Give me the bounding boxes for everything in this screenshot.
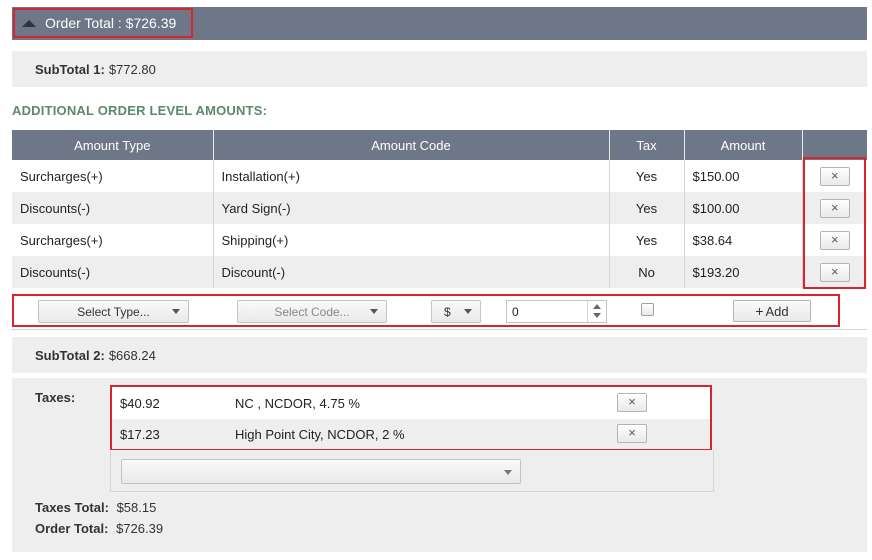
col-header-amount-type: Amount Type: [12, 130, 214, 160]
cell-amount: $38.64: [684, 224, 803, 256]
cell-amount: $100.00: [684, 192, 803, 224]
taxes-total-label: Taxes Total:: [35, 500, 109, 515]
subtotal-1-label: SubTotal 1:: [35, 61, 105, 77]
subtotal-1-value: $772.80: [108, 61, 156, 77]
cell-actions: ×: [802, 160, 867, 192]
table-row: Surcharges(+) Shipping(+) Yes $38.64 ×: [12, 224, 867, 256]
plus-icon: +: [755, 303, 764, 319]
col-header-tax: Tax: [609, 130, 685, 160]
chevron-down-icon: [172, 309, 180, 314]
cell-amount-type: Discounts(-): [12, 256, 214, 288]
totals-panel: Taxes Total: $58.15 Order Total: $726.39: [12, 492, 867, 552]
chevron-down-icon: [464, 309, 472, 314]
taxes-label: Taxes:: [35, 390, 76, 405]
cell-actions: ×: [802, 224, 867, 256]
cell-actions: ×: [802, 256, 867, 288]
tax-row: $17.23 High Point City, NCDOR, 2 % ×: [112, 419, 710, 449]
order-total-line: Order Total: $726.39: [35, 521, 163, 536]
remove-tax-button[interactable]: ×: [617, 424, 647, 443]
amount-type-select[interactable]: Select Type...: [38, 300, 189, 323]
col-header-amount-code: Amount Code: [213, 130, 610, 160]
unit-select[interactable]: $: [431, 300, 481, 323]
remove-tax-button[interactable]: ×: [617, 393, 647, 412]
taxes-panel: Taxes: $40.92 NC , NCDOR, 4.75 % × $17.2…: [12, 378, 867, 492]
cell-amount-code: Yard Sign(-): [213, 192, 610, 224]
section-title: ADDITIONAL ORDER LEVEL AMOUNTS:: [12, 103, 268, 118]
order-total-label: Order Total:: [35, 521, 109, 536]
amount-number-value: 0: [512, 304, 519, 319]
remove-amount-button[interactable]: ×: [819, 198, 850, 218]
add-amount-button[interactable]: + Add: [733, 300, 811, 322]
taxes-total-value: $58.15: [116, 500, 157, 515]
subtotal-2-value: $668.24: [108, 347, 156, 363]
spin-up-icon[interactable]: [593, 304, 601, 309]
remove-amount-button[interactable]: ×: [819, 262, 850, 282]
add-amount-row: Select Type... Select Code... $ 0 + Add: [12, 294, 840, 327]
amount-code-select-value: Select Code...: [274, 304, 350, 319]
subtotal-1-bar: SubTotal 1: $772.80: [12, 51, 867, 87]
table-row: Discounts(-) Discount(-) No $193.20 ×: [12, 256, 867, 288]
tax-amount: $40.92: [120, 396, 160, 411]
order-total-toggle[interactable]: Order Total : $726.39: [13, 8, 193, 38]
table-row: Discounts(-) Yard Sign(-) Yes $100.00 ×: [12, 192, 867, 224]
order-total-value: $726.39: [116, 521, 164, 536]
tax-description: NC , NCDOR, 4.75 %: [235, 396, 360, 411]
tax-checkbox[interactable]: [641, 303, 654, 316]
cell-tax: No: [609, 256, 685, 288]
cell-amount-code: Installation(+): [213, 160, 610, 192]
cell-amount: $193.20: [684, 256, 803, 288]
col-header-actions: [802, 130, 867, 160]
triangle-up-icon: [22, 19, 36, 27]
cell-tax: Yes: [609, 160, 685, 192]
amount-code-select[interactable]: Select Code...: [237, 300, 387, 323]
subtotal-2-bar: SubTotal 2: $668.24: [12, 337, 867, 373]
cell-tax: Yes: [609, 224, 685, 256]
taxes-total-line: Taxes Total: $58.15: [35, 500, 156, 515]
cell-amount-type: Surcharges(+): [12, 160, 214, 192]
remove-amount-button[interactable]: ×: [819, 230, 850, 250]
tax-select[interactable]: [121, 459, 521, 484]
spin-down-icon[interactable]: [593, 313, 601, 318]
unit-select-value: $: [444, 304, 451, 319]
tax-select-container: [110, 451, 714, 492]
tax-amount: $17.23: [120, 427, 160, 442]
cell-tax: Yes: [609, 192, 685, 224]
order-total-header: Order Total : $726.39: [12, 7, 867, 40]
taxes-list: $40.92 NC , NCDOR, 4.75 % × $17.23 High …: [110, 385, 712, 450]
cell-amount-type: Discounts(-): [12, 192, 214, 224]
amount-number-input[interactable]: 0: [506, 300, 607, 323]
cell-amount-code: Shipping(+): [213, 224, 610, 256]
cell-amount: $150.00: [684, 160, 803, 192]
cell-amount-code: Discount(-): [213, 256, 610, 288]
chevron-down-icon: [504, 470, 512, 475]
cell-actions: ×: [802, 192, 867, 224]
subtotal-2-label: SubTotal 2:: [35, 347, 105, 363]
amount-type-select-value: Select Type...: [77, 304, 150, 319]
order-total-header-label: Order Total : $726.39: [45, 15, 177, 31]
tax-row: $40.92 NC , NCDOR, 4.75 % ×: [112, 388, 710, 418]
tax-description: High Point City, NCDOR, 2 %: [235, 427, 405, 442]
table-header-row: Amount Type Amount Code Tax Amount: [12, 130, 867, 160]
amounts-table: Amount Type Amount Code Tax Amount Surch…: [12, 130, 867, 288]
add-amount-button-label: Add: [765, 303, 789, 319]
number-spinner[interactable]: [587, 301, 606, 322]
chevron-down-icon: [370, 309, 378, 314]
cell-amount-type: Surcharges(+): [12, 224, 214, 256]
table-row: Surcharges(+) Installation(+) Yes $150.0…: [12, 160, 867, 192]
remove-amount-button[interactable]: ×: [819, 166, 850, 186]
col-header-amount: Amount: [684, 130, 803, 160]
